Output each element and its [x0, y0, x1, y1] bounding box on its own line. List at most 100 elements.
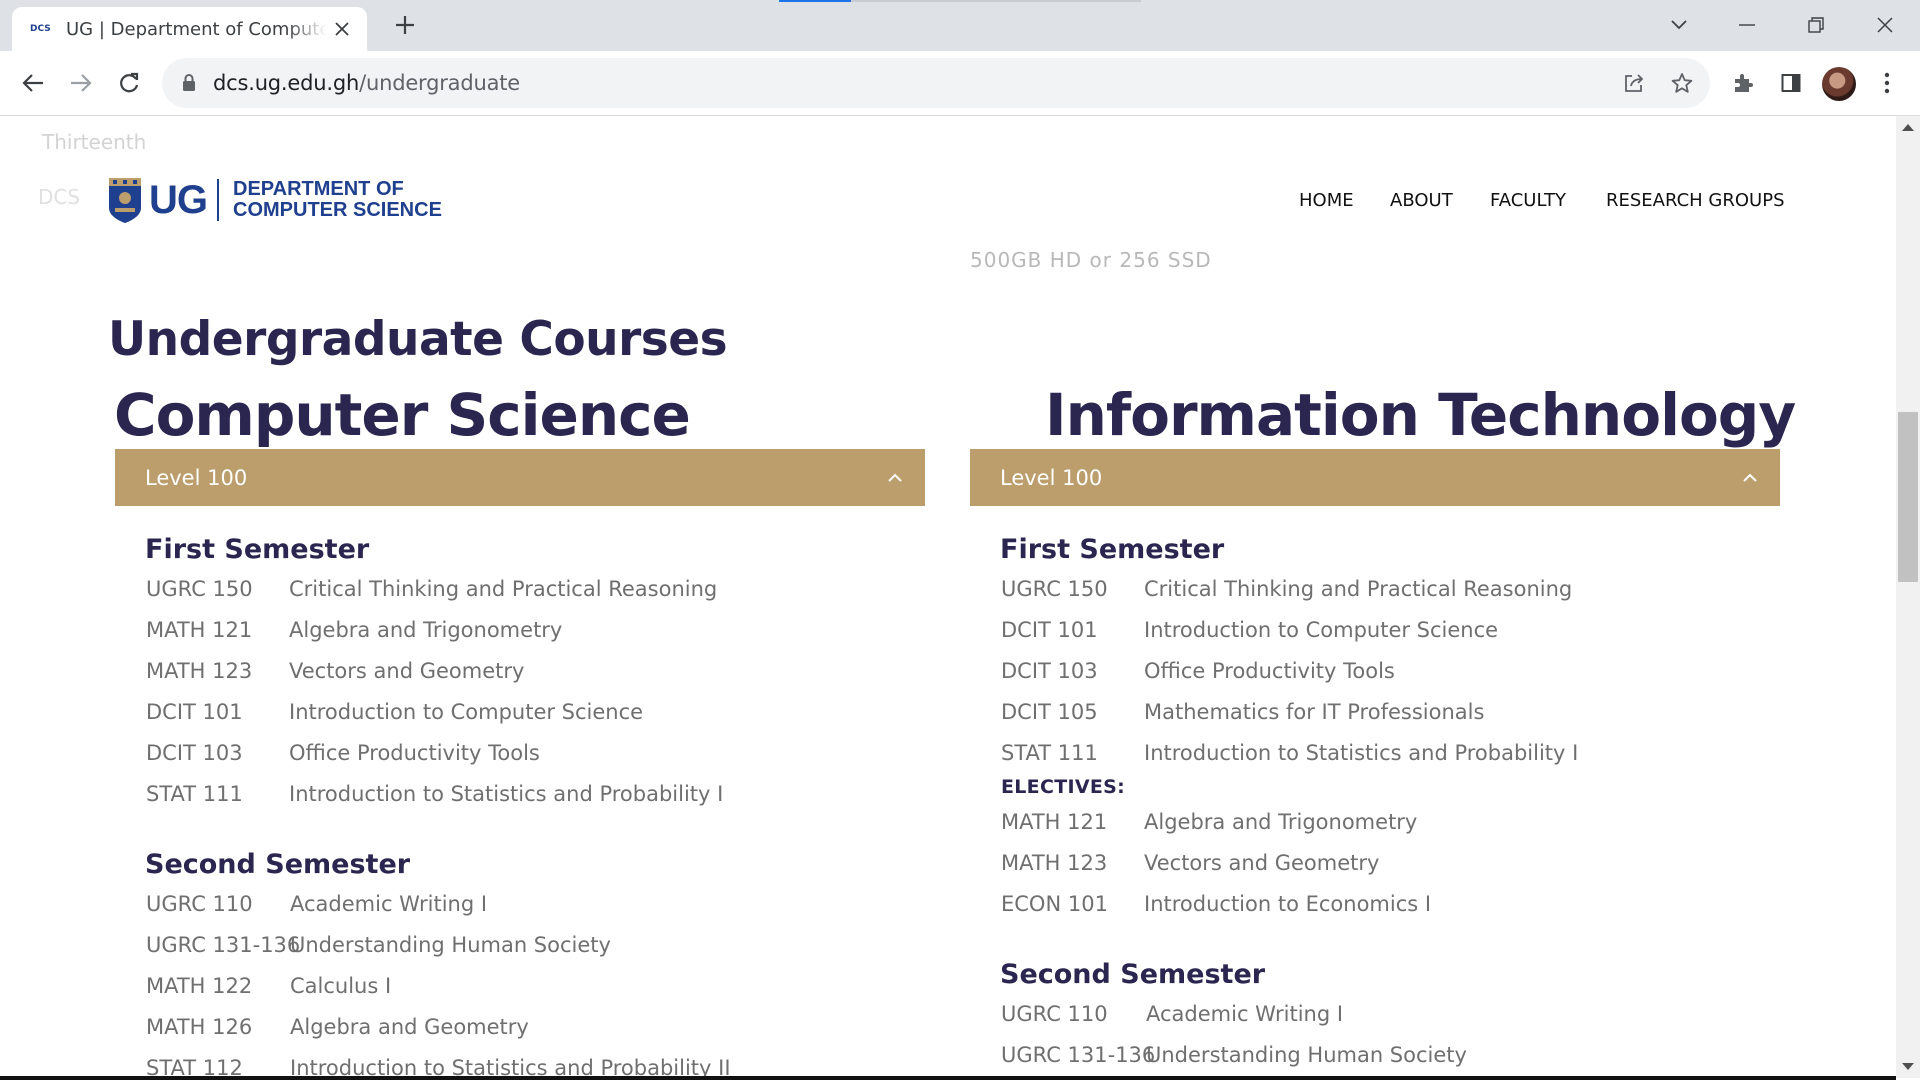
course-name: Vectors and Geometry — [1144, 851, 1380, 875]
back-arrow-icon[interactable] — [14, 64, 52, 102]
window-bottom-edge — [0, 1076, 1896, 1080]
it-first-semester-heading: First Semester — [1000, 534, 1225, 565]
nav-home[interactable]: HOME — [1299, 190, 1354, 211]
course-code: STAT 112 — [146, 1056, 243, 1078]
course-row: DCIT 105 Mathematics for IT Professionals — [1001, 700, 1484, 724]
course-row: DCIT 101 Introduction to Computer Science — [1001, 618, 1498, 642]
course-row: UGRC 131-136 Understanding Human Society — [1001, 1043, 1467, 1067]
address-bar[interactable]: dcs.ug.edu.gh/undergraduate — [162, 58, 1710, 108]
course-name: Office Productivity Tools — [289, 741, 540, 765]
course-row: DCIT 103 Office Productivity Tools — [146, 741, 540, 765]
course-name: Algebra and Geometry — [290, 1015, 529, 1039]
course-code: MATH 122 — [146, 974, 253, 998]
course-row: ECON 101 Introduction to Economics I — [1001, 892, 1431, 916]
faded-background-text: Thirteenth — [42, 130, 147, 154]
course-code: DCIT 105 — [1001, 700, 1098, 724]
cs-level-100-accordion[interactable]: Level 100 — [115, 449, 925, 506]
lock-icon[interactable] — [182, 74, 196, 97]
course-name: Critical Thinking and Practical Reasonin… — [1144, 577, 1573, 601]
nav-research-groups[interactable]: RESEARCH GROUPS — [1606, 190, 1785, 211]
course-name: Critical Thinking and Practical Reasonin… — [289, 577, 718, 601]
course-code: MATH 121 — [1001, 810, 1108, 834]
new-tab-plus-icon[interactable] — [388, 8, 422, 42]
course-row: MATH 126 Algebra and Geometry — [146, 1015, 529, 1039]
logo-department-text: DEPARTMENT OF COMPUTER SCIENCE — [233, 178, 442, 221]
url-text[interactable]: dcs.ug.edu.gh/undergraduate — [213, 71, 520, 95]
it-column-title: Information Technology — [1045, 381, 1796, 449]
scroll-down-arrow-icon[interactable] — [1902, 1063, 1914, 1070]
accordion-label: Level 100 — [145, 465, 248, 490]
browser-titlebar: DCS UG | Department of Computer Science — [0, 0, 1920, 51]
course-row: UGRC 110 Academic Writing I — [1001, 1002, 1343, 1026]
faded-background-text: 500GB HD or 256 SSD — [970, 248, 1212, 272]
accordion-label: Level 100 — [1000, 465, 1103, 490]
course-row: MATH 121 Algebra and Trigonometry — [1001, 810, 1417, 834]
nav-about[interactable]: ABOUT — [1390, 190, 1453, 211]
course-code: UGRC 110 — [146, 892, 253, 916]
course-name: Algebra and Trigonometry — [289, 618, 563, 642]
chevron-up-icon[interactable] — [1740, 468, 1760, 488]
cs-column-title: Computer Science — [114, 381, 691, 449]
nav-faculty[interactable]: FACULTY — [1490, 190, 1566, 211]
forward-arrow-icon[interactable] — [62, 64, 100, 102]
course-name: Introduction to Statistics and Probabili… — [290, 1056, 731, 1078]
cs-first-semester-heading: First Semester — [145, 534, 370, 565]
course-code: DCIT 101 — [146, 700, 243, 724]
course-code: MATH 126 — [146, 1015, 253, 1039]
cs-second-semester-heading: Second Semester — [145, 849, 411, 880]
side-panel-icon[interactable] — [1772, 64, 1810, 102]
course-row: DCIT 103 Office Productivity Tools — [1001, 659, 1395, 683]
chevron-up-icon[interactable] — [885, 468, 905, 488]
menu-kebab-icon[interactable] — [1868, 64, 1906, 102]
course-row: STAT 111 Introduction to Statistics and P… — [146, 782, 723, 806]
tab-title: UG | Department of Computer Science — [66, 18, 326, 40]
course-name: Calculus I — [290, 974, 392, 998]
minimize-icon[interactable] — [1730, 8, 1764, 42]
course-name: Office Productivity Tools — [1144, 659, 1395, 683]
course-name: Introduction to Statistics and Probabili… — [1144, 741, 1579, 765]
extensions-icon[interactable] — [1724, 64, 1762, 102]
loading-track — [851, 0, 1141, 2]
reload-icon[interactable] — [110, 64, 148, 102]
course-name: Introduction to Computer Science — [289, 700, 644, 724]
share-icon[interactable] — [1621, 70, 1647, 96]
scroll-up-arrow-icon[interactable] — [1902, 124, 1914, 131]
it-level-100-accordion[interactable]: Level 100 — [970, 449, 1780, 506]
course-name: Understanding Human Society — [1146, 1043, 1467, 1067]
tab-close-icon[interactable] — [331, 18, 353, 40]
tab-favicon-icon: DCS — [30, 24, 51, 34]
course-row: MATH 121 Algebra and Trigonometry — [146, 618, 562, 642]
course-row: UGRC 131-136 Understanding Human Society — [146, 933, 611, 957]
course-row: UGRC 150 Critical Thinking and Practical … — [146, 577, 717, 601]
page-viewport: Thirteenth DCS 500GB HD or 256 SSD UG DE… — [0, 116, 1896, 1078]
course-row: MATH 122 Calculus I — [146, 974, 391, 998]
course-code: DCIT 103 — [146, 741, 243, 765]
course-code: MATH 121 — [146, 618, 253, 642]
logo-divider — [217, 179, 219, 221]
browser-tab[interactable]: DCS UG | Department of Computer Science — [12, 7, 367, 51]
restore-icon[interactable] — [1799, 8, 1833, 42]
page-scrollbar[interactable] — [1896, 116, 1920, 1078]
scrollbar-thumb[interactable] — [1898, 412, 1918, 582]
course-code: STAT 111 — [146, 782, 243, 806]
course-name: Introduction to Statistics and Probabili… — [289, 782, 724, 806]
course-row: UGRC 150 Critical Thinking and Practical … — [1001, 577, 1572, 601]
course-row: UGRC 110 Academic Writing I — [146, 892, 487, 916]
course-name: Algebra and Trigonometry — [1144, 810, 1418, 834]
logo-ug-text: UG — [149, 177, 208, 222]
course-row: MATH 123 Vectors and Geometry — [146, 659, 524, 683]
course-name: Vectors and Geometry — [289, 659, 525, 683]
profile-avatar[interactable] — [1822, 67, 1856, 101]
course-name: Academic Writing I — [1146, 1002, 1344, 1026]
course-name: Introduction to Computer Science — [1144, 618, 1499, 642]
page-title: Undergraduate Courses — [108, 312, 728, 367]
course-code: UGRC 110 — [1001, 1002, 1108, 1026]
bookmark-star-icon[interactable] — [1669, 70, 1695, 96]
course-code: UGRC 150 — [146, 577, 253, 601]
course-row: MATH 123 Vectors and Geometry — [1001, 851, 1379, 875]
site-logo[interactable]: UG DEPARTMENT OF COMPUTER SCIENCE — [107, 176, 442, 224]
loading-indicator — [779, 0, 851, 2]
course-row: DCIT 101 Introduction to Computer Science — [146, 700, 643, 724]
close-window-icon[interactable] — [1868, 8, 1902, 42]
tab-search-chevron-icon[interactable] — [1662, 8, 1696, 42]
